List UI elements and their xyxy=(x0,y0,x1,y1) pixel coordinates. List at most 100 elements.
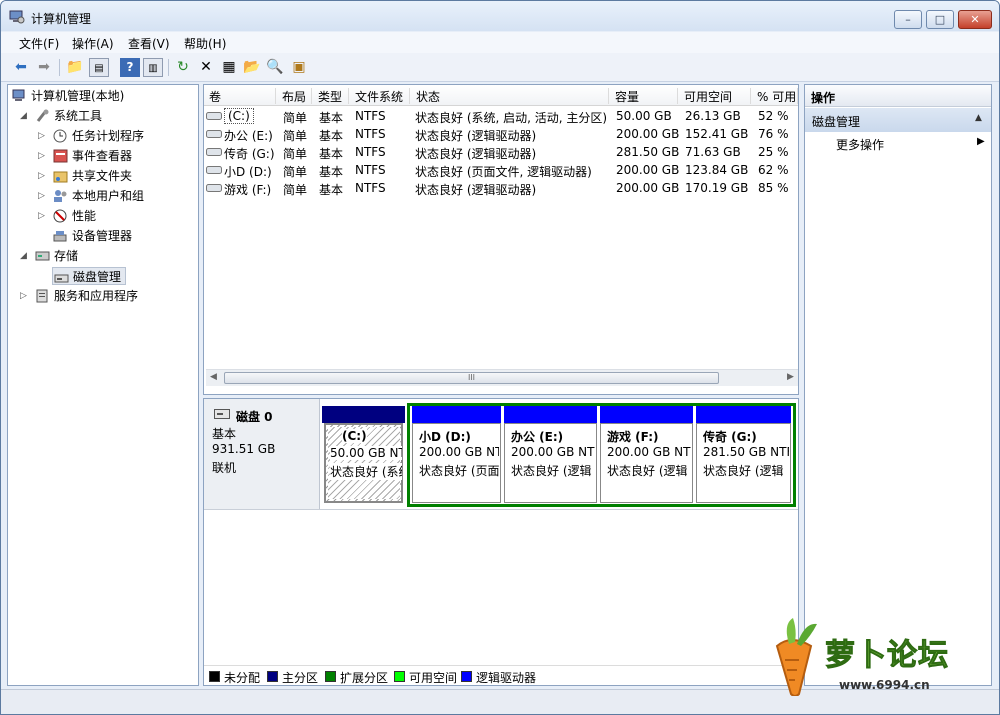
legend: 未分配 主分区 扩展分区 可用空间 逻辑驱动器 xyxy=(204,665,798,685)
event-viewer-icon xyxy=(53,149,68,163)
partition-g[interactable]: 传奇 (G:) 281.50 GB NTFS 状态良好 (逻辑 xyxy=(696,423,791,503)
table-cell: 基本 xyxy=(319,111,344,125)
export-icon[interactable]: ▣ xyxy=(289,58,309,77)
partition-f[interactable]: 游戏 (F:) 200.00 GB NTFS 状态良好 (逻辑 xyxy=(600,423,693,503)
column-header-status[interactable]: 状态 xyxy=(411,88,609,104)
tree-item-label: 事件查看器 xyxy=(72,149,133,163)
help-icon[interactable]: ? xyxy=(120,58,140,77)
column-header-percent-free[interactable]: % 可用 xyxy=(752,88,798,104)
table-cell: 基本 xyxy=(319,183,344,197)
refresh-icon[interactable]: ↻ xyxy=(173,58,193,77)
tree-item-event-viewer[interactable]: ▷ 事件查看器 xyxy=(38,147,196,165)
tree-system-tools[interactable]: ◢ 系统工具 xyxy=(20,107,195,125)
close-button[interactable]: ✕ xyxy=(958,10,992,29)
column-header-filesystem[interactable]: 文件系统 xyxy=(350,88,410,104)
column-header-layout[interactable]: 布局 xyxy=(277,88,312,104)
storage-icon xyxy=(35,251,50,261)
scroll-left-icon[interactable]: ◀ xyxy=(210,372,217,382)
table-cell: (C:) xyxy=(224,108,254,124)
legend-label: 主分区 xyxy=(282,671,319,685)
table-cell: 50.00 GB xyxy=(616,109,672,123)
tree-root[interactable]: 计算机管理(本地) xyxy=(12,87,197,105)
partition-size: 200.00 GB NTFS xyxy=(511,445,595,459)
table-row[interactable]: 办公 (E:) 简单 基本 NTFS 状态良好 (逻辑驱动器) 200.00 GB 152.… xyxy=(204,125,798,143)
collapse-arrow-icon[interactable]: ◢ xyxy=(20,247,30,265)
table-row[interactable]: 传奇 (G:) 简单 基本 NTFS 状态良好 (逻辑驱动器) 281.50 GB 71.6… xyxy=(204,143,798,161)
menu-action[interactable]: 操作(A) xyxy=(72,35,114,52)
show-hide-tree-icon[interactable]: ▤ xyxy=(89,58,109,77)
watermark-logo: 萝卜论坛 www.6994.cn xyxy=(759,616,989,697)
tree-item-local-users[interactable]: ▷ 本地用户和组 xyxy=(38,187,196,205)
expand-arrow-icon[interactable]: ▷ xyxy=(20,287,30,305)
properties-icon[interactable]: ▦ xyxy=(219,58,239,77)
tree-item-device-manager[interactable]: 设备管理器 xyxy=(38,227,196,245)
menu-help[interactable]: 帮助(H) xyxy=(184,35,226,52)
partition-f-band xyxy=(600,406,693,423)
volume-list: 卷 布局 类型 文件系统 状态 容量 可用空间 % 可用 (C:) 简单 基本 NTF… xyxy=(203,84,799,395)
tree-item-shared-folders[interactable]: ▷ 共享文件夹 xyxy=(38,167,196,185)
column-header-capacity[interactable]: 容量 xyxy=(610,88,678,104)
table-row[interactable]: 小D (D:) 简单 基本 NTFS 状态良好 (页面文件, 逻辑驱动器) 200.00 … xyxy=(204,161,798,179)
more-actions-item[interactable]: 更多操作 ▶ xyxy=(805,134,991,154)
table-row[interactable]: 游戏 (F:) 简单 基本 NTFS 状态良好 (逻辑驱动器) 200.00 GB 170.… xyxy=(204,179,798,197)
expand-arrow-icon[interactable]: ▷ xyxy=(38,147,48,165)
hard-disk-icon xyxy=(214,409,230,419)
expand-arrow-icon[interactable]: ▷ xyxy=(38,207,48,225)
partition-c[interactable]: (C:) 50.00 GB NTFS 状态良好 (系统 xyxy=(324,423,403,503)
menu-view[interactable]: 查看(V) xyxy=(128,35,170,52)
table-cell: 152.41 GB xyxy=(685,127,749,141)
expand-arrow-icon[interactable]: ▷ xyxy=(38,127,48,145)
menu-bar: 文件(F) 操作(A) 查看(V) 帮助(H) xyxy=(1,32,999,53)
column-header-volume[interactable]: 卷 xyxy=(204,88,276,104)
partition-c-band xyxy=(322,406,405,423)
table-cell: 状态良好 (逻辑驱动器) xyxy=(415,129,537,143)
menu-file[interactable]: 文件(F) xyxy=(19,35,59,52)
disk-graphical-view: 磁盘 0 基本 931.51 GB 联机 (C:) 50.00 GB NTFS … xyxy=(203,398,799,686)
table-cell: 状态良好 (页面文件, 逻辑驱动器) xyxy=(415,165,592,179)
tree-services[interactable]: ▷ 服务和应用程序 xyxy=(20,287,195,305)
clock-icon xyxy=(53,129,67,143)
computer-management-window: 计算机管理 – □ ✕ 文件(F) 操作(A) 查看(V) 帮助(H) ⬅ ➡ … xyxy=(0,0,1000,715)
expand-arrow-icon[interactable]: ▷ xyxy=(38,187,48,205)
partition-d[interactable]: 小D (D:) 200.00 GB NTFS 状态良好 (页面 xyxy=(412,423,501,503)
partition-g-band xyxy=(696,406,791,423)
tree-disk-management[interactable]: 磁盘管理 xyxy=(52,267,126,285)
scroll-right-icon[interactable]: ▶ xyxy=(787,372,794,382)
action-section-disk-management[interactable]: 磁盘管理 ▲ xyxy=(805,108,991,132)
tree-item-performance[interactable]: ▷ 性能 xyxy=(38,207,196,225)
delete-icon[interactable]: ✕ xyxy=(196,58,216,77)
collapse-up-icon[interactable]: ▲ xyxy=(975,113,982,123)
more-actions-label: 更多操作 xyxy=(836,138,885,152)
table-row[interactable]: (C:) 简单 基本 NTFS 状态良好 (系统, 启动, 活动, 主分区) 50.00 … xyxy=(204,107,798,125)
table-cell: NTFS xyxy=(355,163,386,177)
table-cell: 简单 xyxy=(283,129,308,143)
scroll-thumb[interactable]: III xyxy=(224,372,719,384)
divider xyxy=(204,509,798,510)
legend-swatch-logical xyxy=(461,671,472,682)
collapse-arrow-icon[interactable]: ◢ xyxy=(20,107,30,125)
forward-icon[interactable]: ➡ xyxy=(34,58,54,77)
horizontal-scrollbar[interactable]: ◀ III ▶ xyxy=(206,369,798,386)
title-bar[interactable]: 计算机管理 – □ ✕ xyxy=(1,1,999,31)
legend-swatch-free xyxy=(394,671,405,682)
disk-0-info[interactable]: 磁盘 0 基本 931.51 GB 联机 xyxy=(204,399,320,509)
column-header-type[interactable]: 类型 xyxy=(313,88,349,104)
tree-storage[interactable]: ◢ 存储 xyxy=(20,247,195,265)
table-cell: NTFS xyxy=(355,145,386,159)
partition-e[interactable]: 办公 (E:) 200.00 GB NTFS 状态良好 (逻辑 xyxy=(504,423,597,503)
device-manager-icon xyxy=(53,231,67,242)
open-icon[interactable]: 📂 xyxy=(242,58,262,77)
services-icon xyxy=(36,289,48,303)
minimize-button[interactable]: – xyxy=(894,10,922,29)
show-hide-action-icon[interactable]: ▥ xyxy=(143,58,163,77)
expand-arrow-icon[interactable]: ▷ xyxy=(38,167,48,185)
column-header-free-space[interactable]: 可用空间 xyxy=(679,88,751,104)
back-icon[interactable]: ⬅ xyxy=(11,58,31,77)
volume-drive-icon xyxy=(206,184,222,192)
search-icon[interactable]: 🔍 xyxy=(265,58,285,77)
tree-root-label: 计算机管理(本地) xyxy=(31,89,125,103)
maximize-button[interactable]: □ xyxy=(926,10,954,29)
action-pane: 操作 磁盘管理 ▲ 更多操作 ▶ xyxy=(804,84,992,686)
tree-item-task-scheduler[interactable]: ▷ 任务计划程序 xyxy=(38,127,196,145)
up-folder-icon[interactable]: 📁 xyxy=(65,58,85,77)
